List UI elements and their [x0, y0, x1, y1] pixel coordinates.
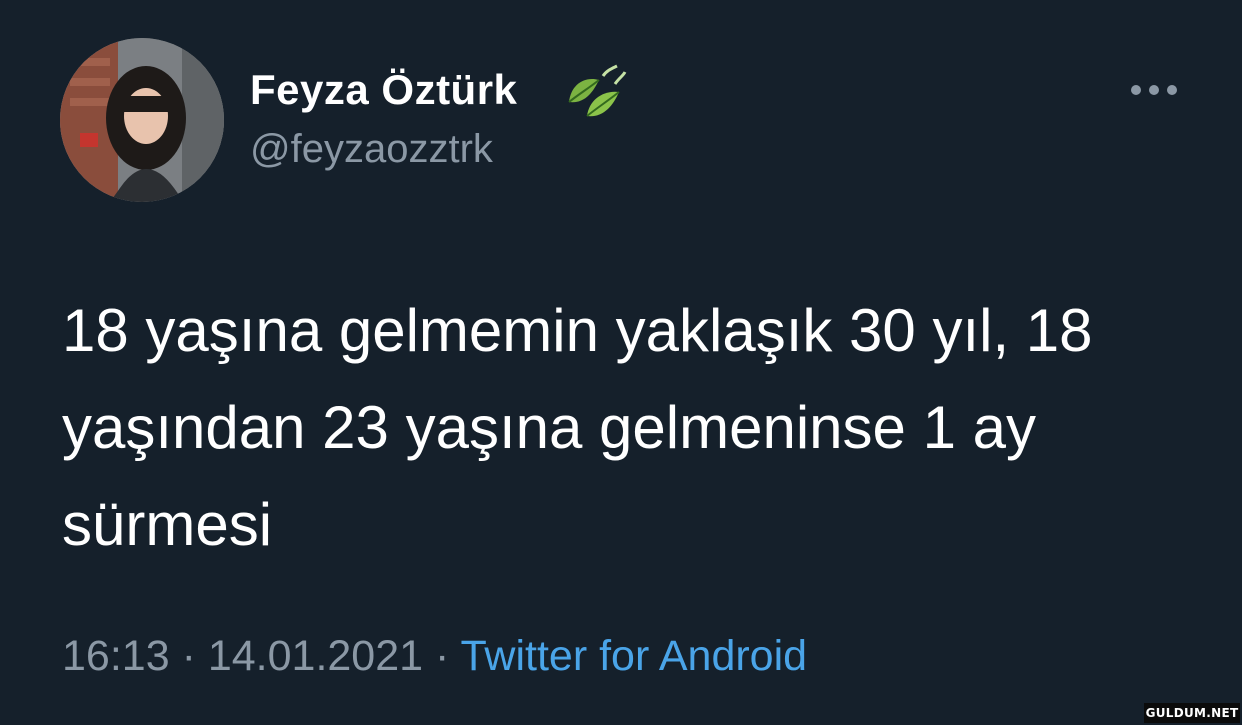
herb-leaves-icon [568, 64, 627, 117]
site-watermark: GULDUM.NET [1144, 703, 1240, 723]
more-options-icon[interactable] [1126, 78, 1182, 102]
tweet-time[interactable]: 16:13 [62, 632, 170, 680]
tweet-date[interactable]: 14.01.2021 [208, 632, 423, 680]
profile-photo-icon [60, 38, 224, 202]
meta-separator: · [181, 632, 196, 680]
author-avatar[interactable] [60, 38, 224, 202]
author-display-name[interactable]: Feyza Öztürk [250, 66, 517, 114]
tweet-source-link[interactable]: Twitter for Android [461, 632, 808, 680]
tweet-metadata: 16:13 · 14.01.2021 · Twitter for Android [62, 632, 807, 681]
tweet-card: Feyza Öztürk @feyzaozztrk 18 yaşına gelm… [0, 0, 1242, 725]
author-handle[interactable]: @feyzaozztrk [250, 127, 493, 172]
meta-separator: · [435, 632, 450, 680]
tweet-text: 18 yaşına gelmemin yaklaşık 30 yıl, 18 y… [62, 297, 1093, 558]
